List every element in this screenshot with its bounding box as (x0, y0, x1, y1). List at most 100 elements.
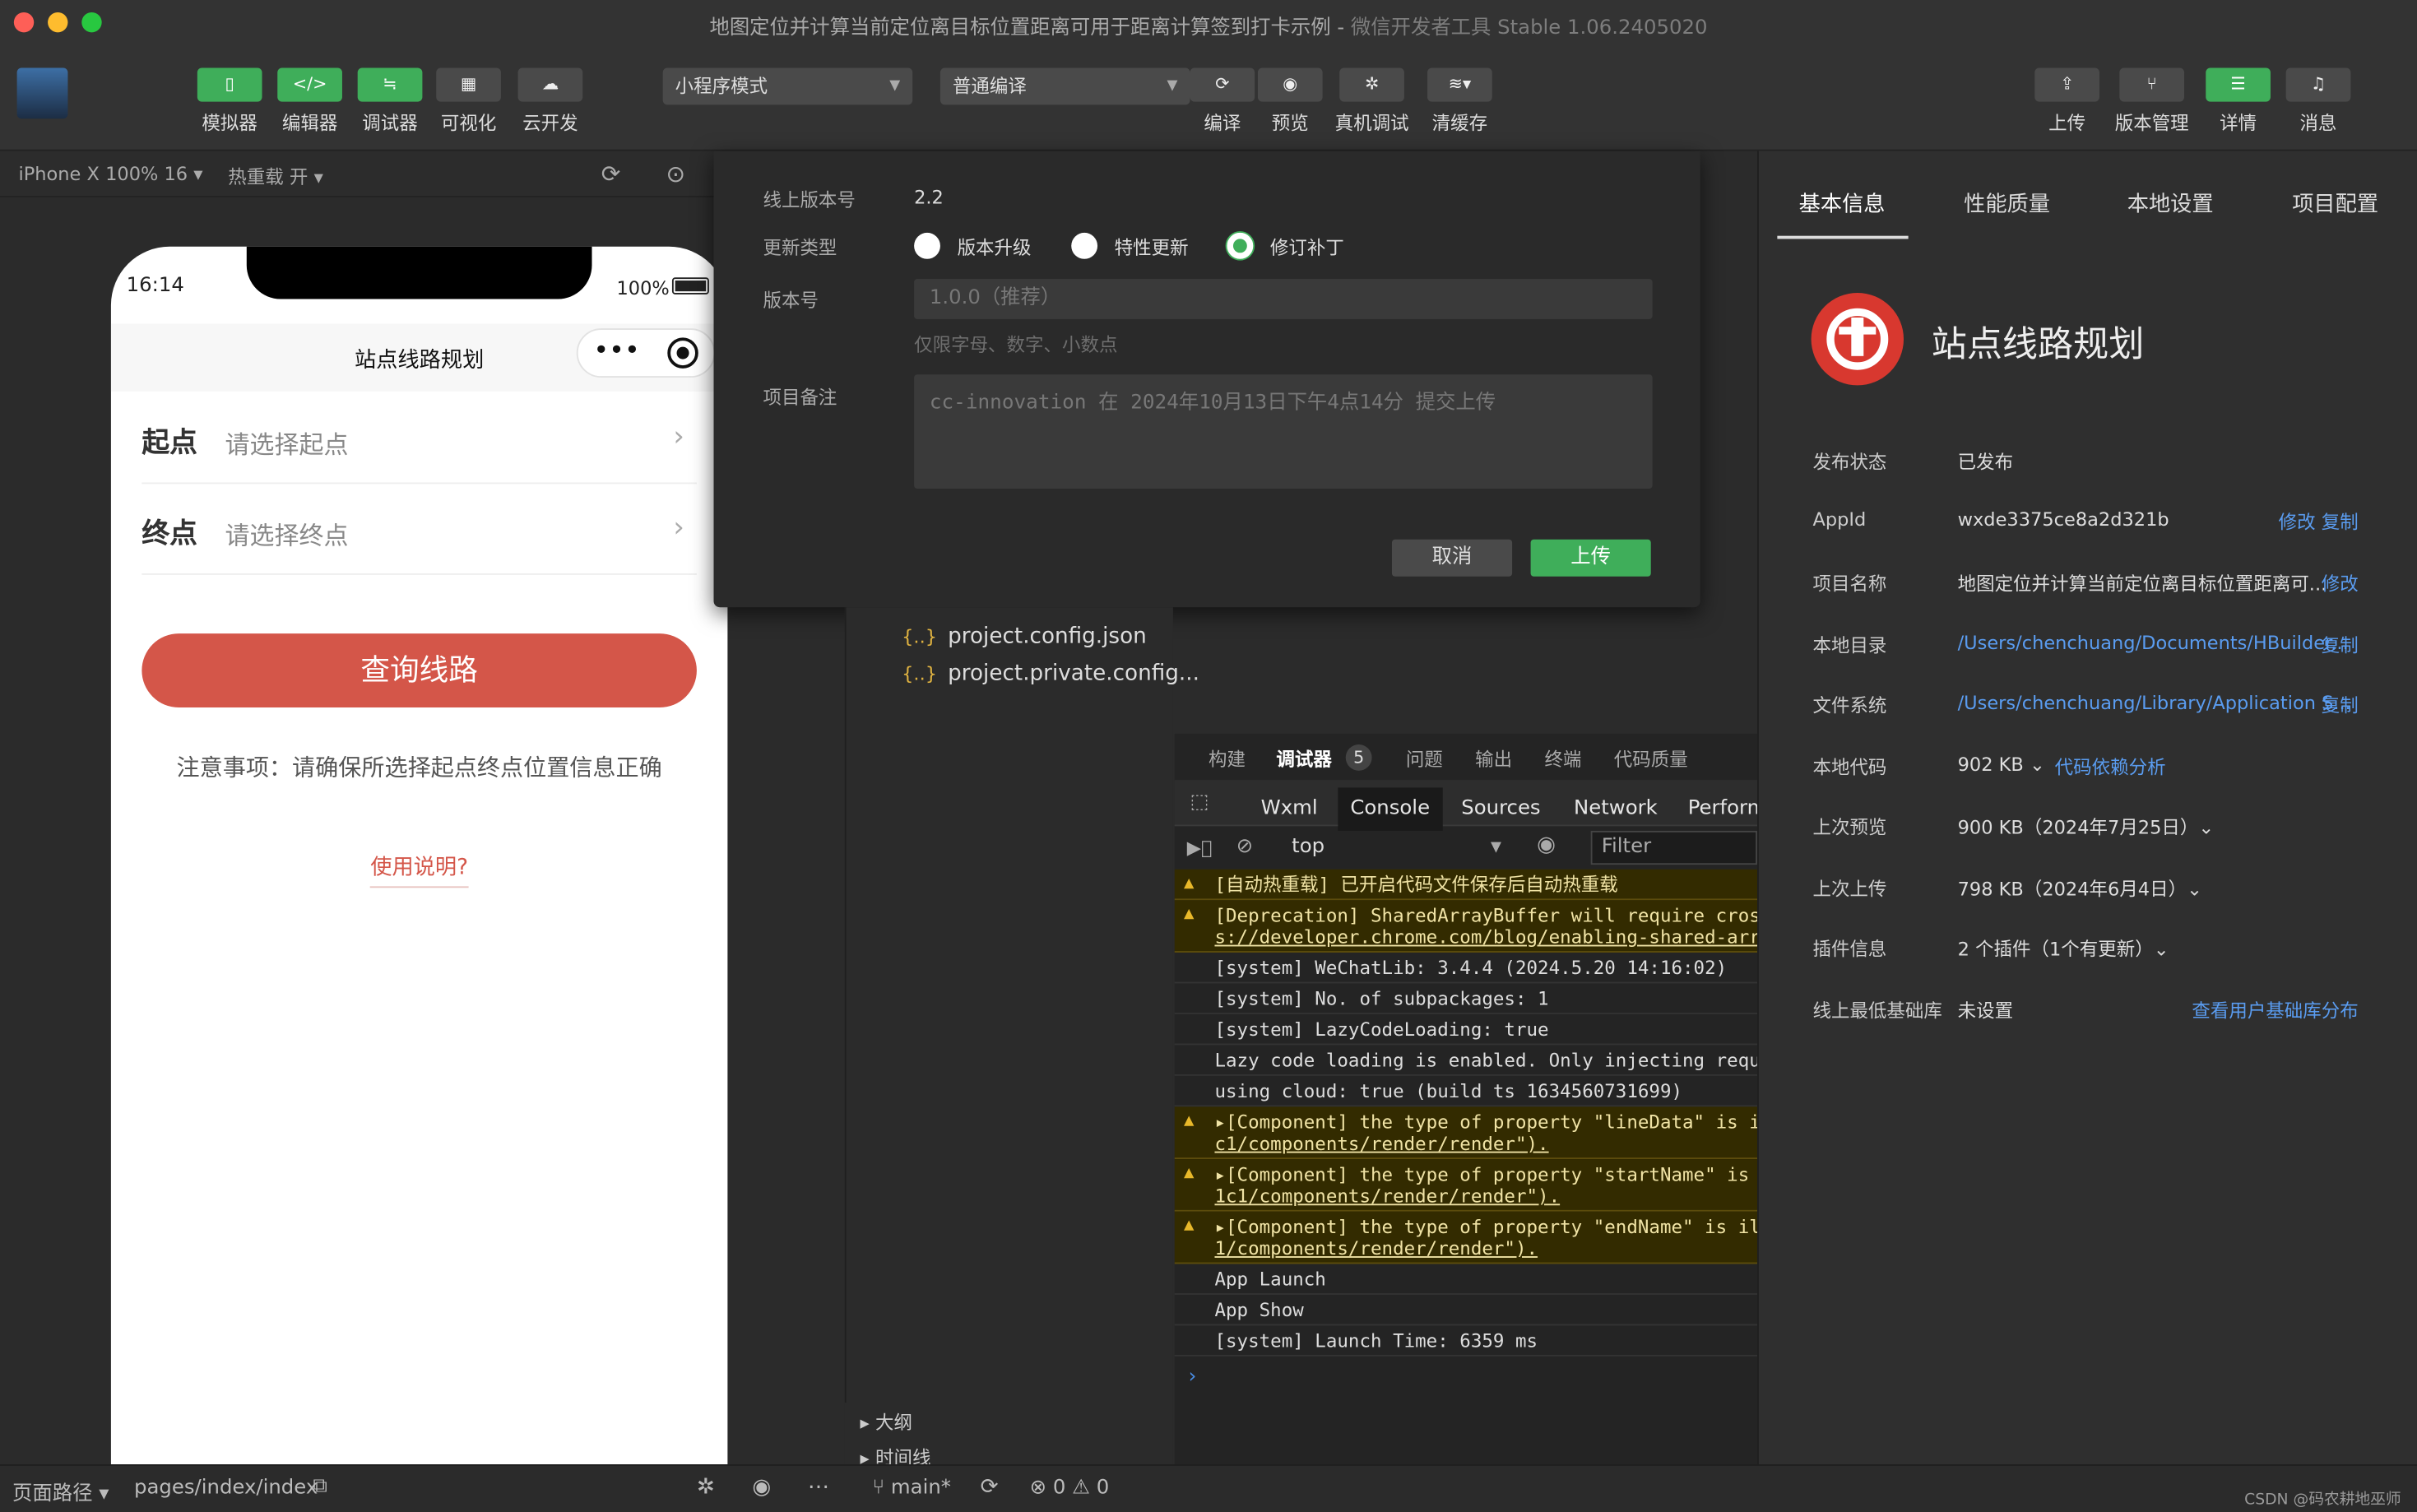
info-action-link[interactable]: 查看用户基础库分布 (2192, 997, 2358, 1023)
info-action-link[interactable]: 修改 复制 (2279, 508, 2359, 535)
tab-performance[interactable]: Perform (1688, 787, 1767, 830)
editor-toggle-button[interactable]: </> 编辑器 (277, 67, 342, 135)
log-line: using cloud: true (build ts 163456073169… (1214, 1080, 1683, 1102)
version-manage-button[interactable]: ⑂ 版本管理 (2115, 67, 2189, 135)
phone-icon: ▯ (197, 67, 262, 102)
tab-wxml[interactable]: Wxml (1261, 787, 1318, 830)
end-point-row[interactable]: 终点 请选择终点 › (141, 485, 697, 575)
log-line: s://developer.chrome.com/blog/enabling-s… (1214, 926, 1758, 948)
remark-textarea[interactable]: cc-innovation 在 2024年10月13日下午4点14分 提交上传 (914, 374, 1653, 489)
compile-select-value: 普通编译 (952, 75, 1027, 98)
tab-code-quality[interactable]: 代码质量 (1614, 746, 1688, 772)
info-key: 发布状态 (1812, 451, 1887, 474)
page-path-select[interactable]: 页面路径 ▾ (12, 1477, 109, 1505)
compile-select[interactable]: 普通编译 ▼ (939, 67, 1190, 105)
tab-problems[interactable]: 问题 (1406, 746, 1443, 772)
console-log-entry: App Show (1174, 1295, 1758, 1326)
simulator-toggle-button[interactable]: ▯ 模拟器 (197, 67, 262, 135)
tab-local-settings[interactable]: 本地设置 (2127, 188, 2214, 219)
version-input[interactable]: 1.0.0（推荐） (914, 279, 1653, 319)
prompt-icon[interactable]: › (1189, 1366, 1197, 1389)
tab-project-config[interactable]: 项目配置 (2292, 188, 2378, 219)
preview-button[interactable]: ◉ 预览 (1257, 67, 1323, 135)
project-title: 地图定位并计算当前定位离目标位置距离可用于距离计算签到打卡示例 (709, 16, 1331, 40)
warning-count: 0 (1096, 1477, 1110, 1500)
tab-basic-info[interactable]: 基本信息 (1799, 188, 1886, 219)
info-action-link[interactable]: 代码依赖分析 (2055, 754, 2166, 780)
caret-down-icon: ▼ (889, 78, 901, 95)
log-line: [自动热重载] 已开启代码文件保存后自动热重载 (1214, 874, 1618, 896)
eye-icon[interactable]: ◉ (1537, 833, 1556, 857)
visual-button[interactable]: ▦ 可视化 (436, 67, 501, 135)
inspect-icon[interactable]: ⬚ (1190, 791, 1208, 814)
confirm-upload-button[interactable]: 上传 (1530, 539, 1651, 577)
sync-icon[interactable]: ⟳ (981, 1475, 999, 1500)
info-action-link[interactable]: 修改 (2322, 570, 2359, 596)
debugger-toggle-button[interactable]: ≒ 调试器 (357, 67, 423, 135)
device-select[interactable]: iPhone X 100% 16 ▾ (18, 164, 202, 185)
file-item[interactable]: {..} project.private.config... (902, 661, 1199, 686)
more-icon[interactable]: ••• (593, 336, 639, 366)
caret-down-icon: ▼ (1167, 78, 1178, 95)
info-value[interactable]: /Users/chenchuang/Documents/HBuilder... (1958, 632, 2349, 653)
clear-console-icon[interactable]: ⊘ (1236, 836, 1253, 859)
file-item[interactable]: {..} project.config.json (902, 624, 1147, 649)
avatar[interactable] (16, 67, 68, 119)
hot-reload-select[interactable]: 热重载 开 ▾ (228, 164, 323, 190)
mode-select-value: 小程序模式 (675, 75, 768, 98)
branch-name: main* (890, 1477, 951, 1500)
editor-label: 编辑器 (281, 112, 338, 135)
remote-debug-button[interactable]: ✲ 真机调试 (1335, 67, 1409, 135)
usage-link[interactable]: 使用说明? (111, 851, 727, 888)
tab-console[interactable]: Console (1338, 787, 1443, 831)
upload-button[interactable]: ⇪ 上传 (2034, 67, 2099, 135)
start-point-row[interactable]: 起点 请选择起点 › (141, 395, 697, 485)
notice-text: 注意事项：请确保所选择起点终点位置信息正确 (176, 754, 662, 782)
error-count: 0 (1052, 1477, 1066, 1500)
sidebar-toggle-icon[interactable]: ▶⃞ (1187, 837, 1213, 858)
eye-icon[interactable]: ◉ (752, 1475, 771, 1500)
tab-performance-quality[interactable]: 性能质量 (1964, 188, 2050, 219)
tab-network[interactable]: Network (1574, 787, 1658, 830)
cloud-button[interactable]: ☁ 云开发 (517, 67, 583, 135)
copy-icon[interactable]: ⧉ (313, 1475, 327, 1498)
compile-button[interactable]: ⟳ 编译 (1190, 67, 1255, 135)
console-filter-input[interactable]: Filter (1590, 830, 1758, 865)
info-value[interactable]: /Users/chenchuang/Library/Application S.… (1958, 692, 2351, 713)
debug-icon: ≒ (357, 67, 423, 102)
log-line: ▸[Component] the type of property "endNa… (1214, 1216, 1758, 1238)
active-tab-indicator (1777, 235, 1909, 239)
tab-output[interactable]: 输出 (1475, 746, 1512, 772)
git-branch[interactable]: ⑂ main* (873, 1477, 951, 1500)
tab-terminal[interactable]: 终端 (1544, 746, 1581, 772)
update-type-label: 更新类型 (763, 237, 837, 259)
details-button[interactable]: ☰ 详情 (2206, 67, 2271, 135)
outline-section[interactable]: ▸ 大纲 (861, 1409, 912, 1435)
more-icon[interactable]: ⋯ (808, 1475, 829, 1500)
info-action-link[interactable]: 复制 (2322, 692, 2359, 718)
info-action-link[interactable]: 复制 (2322, 632, 2359, 658)
problems-counter[interactable]: ⊗ 0 ⚠ 0 (1030, 1477, 1110, 1500)
info-value: 2 个插件（1个有更新）⌄ (1957, 939, 2169, 961)
close-miniprogram-icon[interactable] (667, 337, 698, 369)
mode-select[interactable]: 小程序模式 ▼ (662, 67, 913, 105)
warning-icon: ▲ (1184, 872, 1195, 893)
clear-cache-button[interactable]: ≋▾ 清缓存 (1427, 67, 1492, 135)
context-select[interactable]: top ▼ (1283, 833, 1510, 863)
bug-icon[interactable]: ✲ (697, 1475, 715, 1500)
radio-feature[interactable] (1071, 232, 1098, 259)
radio-patch[interactable] (1227, 232, 1254, 259)
tab-sources[interactable]: Sources (1461, 787, 1540, 830)
upload-icon: ⇪ (2034, 67, 2099, 102)
info-key: 文件系统 (1812, 695, 1887, 717)
radio-major[interactable] (914, 232, 940, 259)
rotate-icon[interactable]: ⟳ (601, 160, 621, 188)
messages-button[interactable]: ♫ 消息 (2285, 67, 2351, 135)
stop-icon[interactable]: ⊙ (666, 160, 685, 188)
log-line: App Show (1214, 1299, 1304, 1321)
query-route-button[interactable]: 查询线路 (141, 633, 697, 708)
tab-debugger[interactable]: 调试器 (1276, 746, 1331, 772)
cancel-button[interactable]: 取消 (1391, 539, 1513, 577)
window-title: 地图定位并计算当前定位离目标位置距离可用于距离计算签到打卡示例 - 微信开发者工… (709, 16, 1708, 40)
tab-build[interactable]: 构建 (1208, 746, 1246, 772)
